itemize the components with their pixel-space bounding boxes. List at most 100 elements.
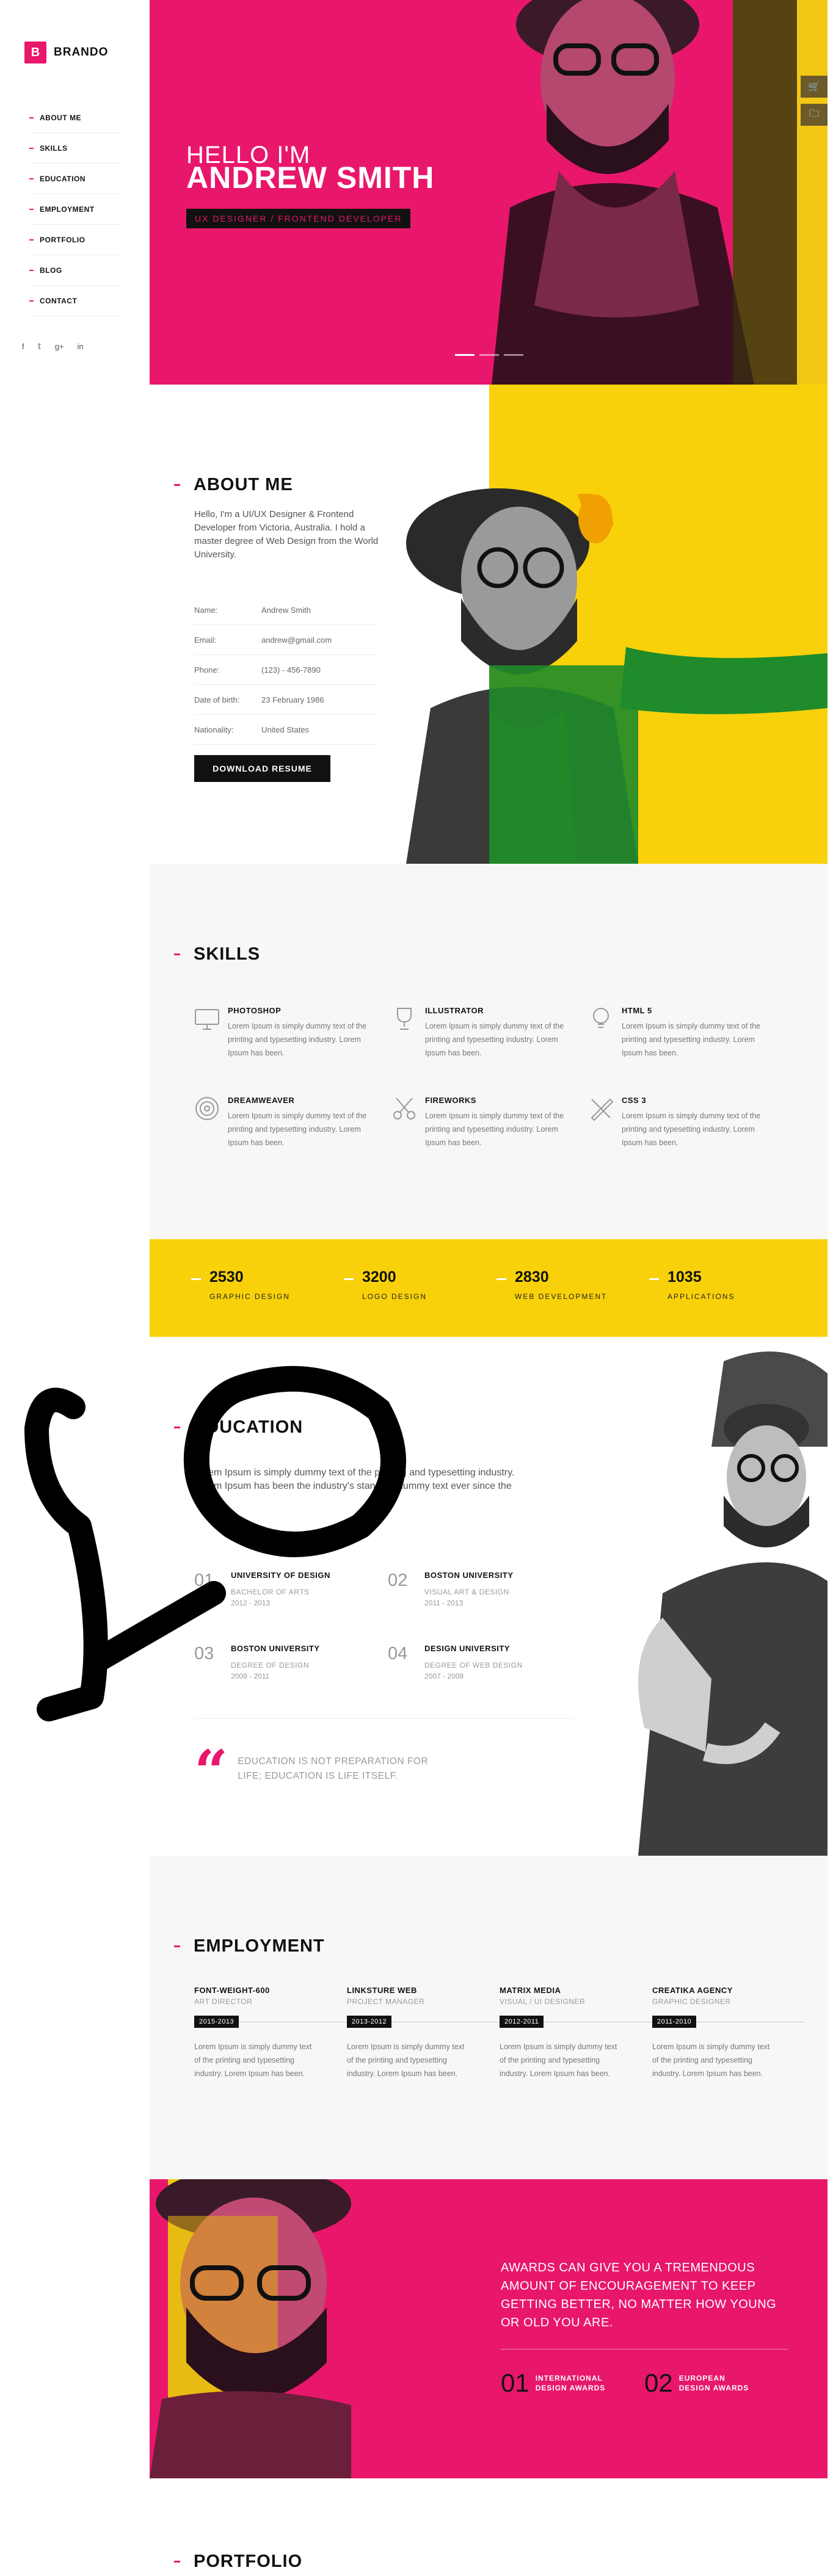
education-degree: VISUAL ART & DESIGN [424,1588,509,1596]
education-section: EDUCATION Lorem Ipsum is simply dummy te… [150,1337,828,1856]
education-num: 02 [388,1571,408,1590]
nav-item-about[interactable]: ABOUT ME [29,103,121,133]
nav-item-contact[interactable]: CONTACT [29,286,121,316]
employment-timeline: 2011-2010 [652,2016,805,2029]
employment-company: LINKSTURE WEB [347,1986,417,1995]
nav-dash [29,239,34,241]
slider-dot-1[interactable] [455,354,475,356]
stat-value: 1035 [667,1268,702,1286]
stat-label: WEB DEVELOPMENT [515,1292,608,1301]
employment-item: CREATIKA AGENCY GRAPHIC DESIGNER 2011-20… [652,1986,805,2080]
info-value: (123) - 456-7890 [261,665,321,675]
folder-icon[interactable]: 🗀 [801,104,828,126]
info-value: Andrew Smith [261,605,311,615]
award-label-line1: EUROPEAN [678,2374,726,2382]
nav-item-label: EDUCATION [40,174,85,183]
award-num: 02 [644,2368,673,2397]
stat-value: 2830 [515,1268,549,1286]
stat-value: 2530 [209,1268,244,1286]
employment-title: EMPLOYMENT [174,1936,325,1956]
hero-tagline: UX DESIGNER / FRONTEND DEVELOPER [186,209,411,228]
employment-company: MATRIX MEDIA [500,1986,561,1995]
hero-slider-dots [455,354,523,356]
linkedin-icon[interactable]: in [78,342,84,352]
education-school: BOSTON UNIVERSITY [231,1644,320,1653]
logo-mark: B [24,42,46,63]
nav-item-employment[interactable]: EMPLOYMENT [29,194,121,225]
skill-desc: Lorem Ipsum is simply dummy text of the … [425,1022,564,1057]
stat-label: APPLICATIONS [667,1292,735,1301]
download-resume-button[interactable]: DOWNLOAD RESUME [194,755,330,782]
employment-desc: Lorem Ipsum is simply dummy text of the … [194,2042,312,2078]
education-years: 2012 - 2013 [231,1599,271,1607]
skill-desc: Lorem Ipsum is simply dummy text of the … [622,1112,761,1147]
about-title-text: ABOUT ME [194,475,293,494]
employment-timeline: 2012-2011 [500,2016,652,2029]
education-num: 04 [388,1644,408,1663]
brand-logo[interactable]: B BRANDO [24,42,108,63]
nav-item-blog[interactable]: BLOG [29,255,121,286]
slider-dot-3[interactable] [504,354,523,356]
stat-dash [191,1278,201,1280]
lightbulb-icon [593,1008,609,1028]
employment-role: ART DIRECTOR [194,1997,253,2006]
stat-dash [649,1278,659,1280]
google-plus-icon[interactable]: g+ [55,342,64,352]
info-key: Phone: [194,665,220,675]
skill-desc: Lorem Ipsum is simply dummy text of the … [622,1022,761,1057]
hero-tools: 🛒 🗀 [801,76,828,126]
nav-item-label: SKILLS [40,143,68,153]
twitter-icon[interactable]: 𝕥 [38,342,42,352]
info-key: Email: [194,635,217,645]
stat-dash [344,1278,354,1280]
education-degree: BACHELOR OF ARTS [231,1588,310,1596]
info-value[interactable]: andrew@gmail.com [261,635,332,645]
skill-name: FIREWORKS [425,1096,476,1105]
personal-info-list: Name: Andrew Smith Email: andrew@gmail.com… [194,595,377,745]
education-school: UNIVERSITY OF DESIGN [231,1571,330,1580]
awards-portrait-image [150,2179,351,2478]
education-title-text: EDUCATION [194,1417,304,1437]
skill-name: PHOTOSHOP [228,1006,282,1015]
skill-desc: Lorem Ipsum is simply dummy text of the … [425,1112,564,1147]
nav-item-label: PORTFOLIO [40,235,85,244]
awards-divider [501,2349,788,2350]
nav-dash [29,178,34,179]
facebook-icon[interactable]: f [22,342,24,352]
nav-item-education[interactable]: EDUCATION [29,164,121,194]
education-quote-text: EDUCATION IS NOT PREPARATION FOR LIFE; E… [238,1756,429,1781]
nav-item-skills[interactable]: SKILLS [29,133,121,164]
awards-quote: AWARDS CAN GIVE YOU A TREMENDOUS AMOUNT … [501,2261,777,2329]
employment-company: FONT-WEIGHT-600 [194,1986,270,1995]
quote-mark-icon: “ [194,1737,228,1806]
education-years: 2011 - 2013 [424,1599,464,1607]
employment-years: 2012-2011 [500,2016,544,2028]
education-years: 2007 - 2009 [424,1672,464,1681]
employment-company: CREATIKA AGENCY [652,1986,733,1995]
employment-item: MATRIX MEDIA VISUAL / UI DESIGNER 2012-2… [500,1986,652,2080]
slider-dot-2[interactable] [479,354,499,356]
nav-item-portfolio[interactable]: PORTFOLIO [29,225,121,255]
award-label-line2: DESIGN AWARDS [535,2384,606,2392]
employment-item: FONT-WEIGHT-600 ART DIRECTOR 2015-2013 L… [194,1986,347,2080]
info-row: Nationality: United States [194,715,377,745]
nav-item-label: CONTACT [40,296,78,305]
award-label-line1: INTERNATIONAL [535,2374,603,2382]
skill-name: CSS 3 [622,1096,647,1105]
nav-item-label: ABOUT ME [40,113,81,122]
award-item: 01 INTERNATIONAL DESIGN AWARDS [501,2368,605,2398]
scissors-icon [393,1098,415,1120]
skill-desc: Lorem Ipsum is simply dummy text of the … [228,1022,367,1057]
cart-icon[interactable]: 🛒 [801,76,828,98]
employment-years: 2013-2012 [347,2016,392,2028]
info-value: 23 February 1986 [261,695,324,704]
education-quote: “ EDUCATION IS NOT PREPARATION FOR LIFE;… [194,1737,439,1806]
about-section: ABOUT ME Hello, I'm a UI/UX Designer & F… [150,385,828,864]
info-row: Email: andrew@gmail.com [194,625,377,655]
title-dash [174,953,180,955]
info-key: Date of birth: [194,695,240,704]
info-row: Date of birth: 23 February 1986 [194,685,377,715]
education-num: 03 [194,1644,214,1663]
employment-role: PROJECT MANAGER [347,1997,425,2006]
employment-desc: Lorem Ipsum is simply dummy text of the … [500,2042,617,2078]
